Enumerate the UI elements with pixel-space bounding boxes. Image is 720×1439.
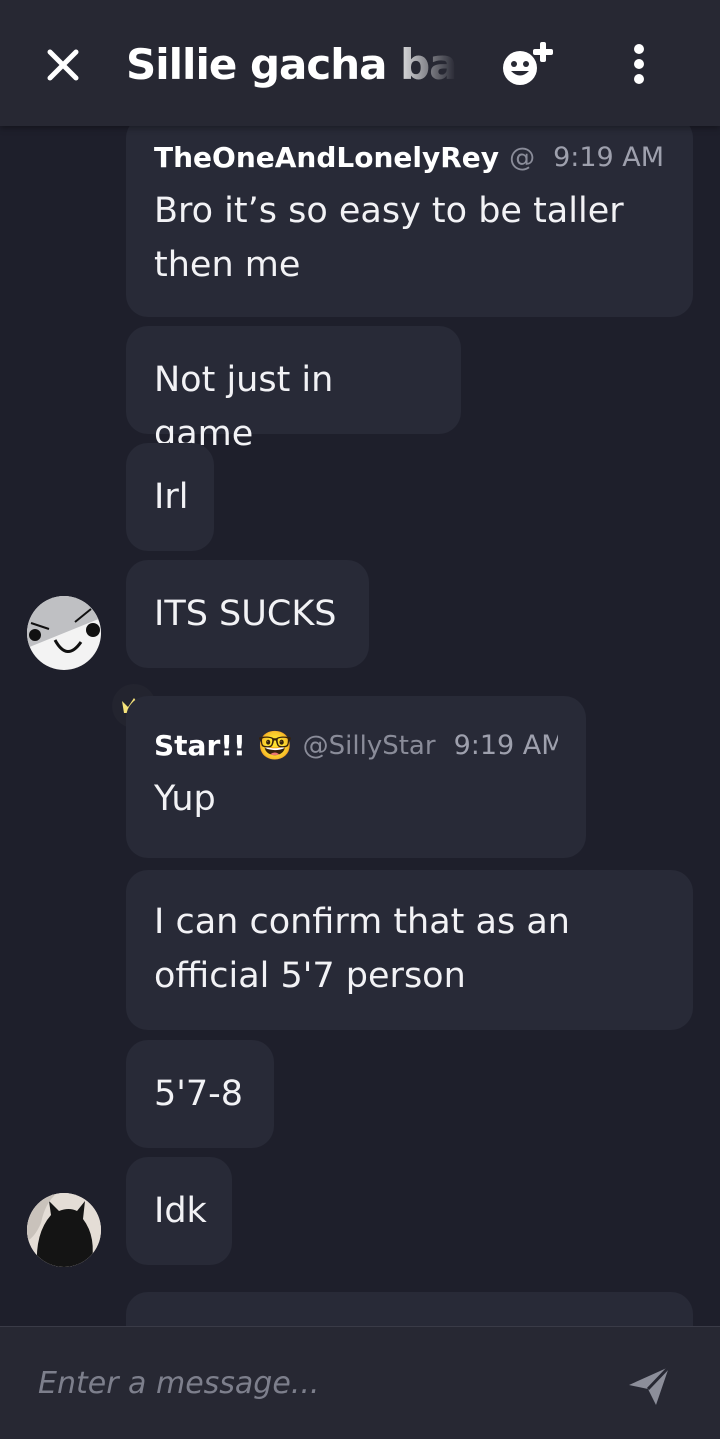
chat-title: Sillie gacha ball [126,40,456,89]
vertical-dots-icon [634,44,644,84]
message-list[interactable]: TheOneAndLonelyRey @ 9:19 AM Bro it’s so… [0,126,720,1326]
message-bubble[interactable] [126,1292,693,1326]
message-bubble[interactable]: 5'7-8 [126,1040,274,1148]
message-bubble[interactable]: Not just in game [126,326,461,454]
message-meta: Star!! 🤓 @SillyStar 9:19 AM [154,724,558,768]
message-text: 5'7-8 [154,1074,244,1114]
message-bubble[interactable]: TheOneAndLonelyRey @ 9:19 AM Bro it’s so… [126,126,693,317]
message-text: I can confirm that as an official 5'7 pe… [154,902,570,996]
message-text: Yup [154,779,216,819]
chat-header: Sillie gacha ball [0,0,720,126]
close-button[interactable] [38,40,88,90]
message-composer [0,1326,720,1439]
send-button[interactable] [626,1363,672,1409]
message-handle: @SillyStar [302,731,436,761]
message-text: ITS SUCKS [154,594,337,634]
user-avatar[interactable] [27,1193,101,1267]
message-bubble[interactable]: ITS SUCKS [126,560,369,668]
message-time: 9:19 AM [553,142,665,173]
message-bubble[interactable]: I can confirm that as an official 5'7 pe… [126,870,693,1030]
message-meta: TheOneAndLonelyRey @ 9:19 AM [154,136,665,180]
message-bubble[interactable]: Idk [126,1157,232,1265]
message-bubble[interactable]: Irl [126,443,214,551]
message-handle: @ [509,143,536,173]
message-input[interactable] [36,1357,600,1409]
chat-title-container[interactable]: Sillie gacha ball [126,30,456,100]
user-avatar[interactable] [27,596,101,670]
chat-screen: Sillie gacha ball TheOneAndLonelyRey @ 9… [0,0,720,1439]
add-member-button[interactable] [498,36,562,92]
message-text: Irl [154,477,189,517]
message-time: 9:19 AM [453,730,558,761]
message-text: Bro it’s so easy to be taller then me [154,191,624,285]
more-options-button[interactable] [622,40,656,90]
message-username[interactable]: TheOneAndLonelyRey [154,136,499,180]
cat-avatar-icon [27,1193,101,1267]
message-bubble[interactable]: Star!! 🤓 @SillyStar 9:19 AM Yup [126,696,586,858]
message-username[interactable]: Star!! [154,724,246,768]
send-icon [629,1365,671,1405]
face-avatar-icon [27,596,101,653]
smiley-plus-icon [503,42,553,85]
close-icon [47,49,79,81]
message-text: Idk [154,1191,207,1231]
message-user-emoji: 🤓 [257,729,293,762]
